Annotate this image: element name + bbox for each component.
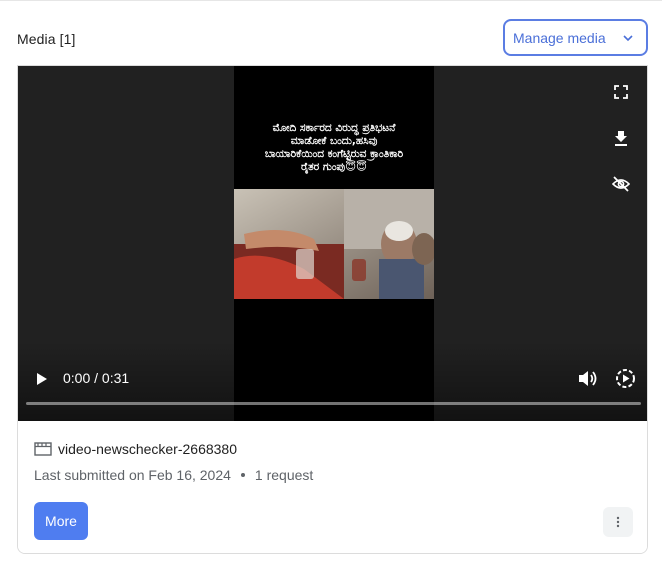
file-row: video-newschecker-2668380 <box>34 441 237 457</box>
video-progress-bar[interactable] <box>26 402 641 405</box>
request-count: 1 request <box>254 467 314 483</box>
media-panel: Media [1] Manage media ಮೋದಿ ಸರ್ಕಾರದ ವಿರು… <box>0 0 662 564</box>
video-caption: ಮೋದಿ ಸರ್ಕಾರದ ವಿರುದ್ಧ ಪ್ರತಿಭಟನೆ ಮಾಡೋಕೆ ಬಂ… <box>264 122 404 173</box>
submission-info: Last submitted on Feb 16, 2024 1 request <box>34 467 313 483</box>
download-icon[interactable] <box>614 130 628 147</box>
media-details: video-newschecker-2668380 Last submitted… <box>18 421 647 553</box>
play-icon[interactable] <box>36 372 48 386</box>
manage-media-button[interactable]: Manage media <box>503 19 648 56</box>
manage-media-label: Manage media <box>513 29 606 46</box>
visibility-off-icon[interactable] <box>612 176 630 192</box>
more-button[interactable]: More <box>34 502 88 540</box>
more-vert-icon <box>616 516 620 528</box>
last-submitted-text: Last submitted on Feb 16, 2024 <box>34 467 231 483</box>
video-player[interactable]: ಮೋದಿ ಸರ್ಕಾರದ ವಿರುದ್ಧ ಪ್ರತಿಭಟನೆ ಮಾಡೋಕೆ ಬಂ… <box>18 66 647 421</box>
media-menu-button[interactable] <box>603 507 633 537</box>
video-thumbnail-scene <box>234 189 434 299</box>
chevron-down-icon <box>623 35 633 42</box>
media-item-card: ಮೋದಿ ಸರ್ಕಾರದ ವಿರುದ್ಧ ಪ್ರತಿಭಟನೆ ಮಾಡೋಕೆ ಬಂ… <box>17 65 648 554</box>
volume-icon[interactable] <box>578 369 598 388</box>
media-file-name: video-newschecker-2668380 <box>58 441 237 457</box>
movie-icon <box>34 442 52 456</box>
separator-dot <box>240 473 245 477</box>
media-section-title: Media [1] <box>17 31 76 47</box>
fullscreen-icon[interactable] <box>614 85 628 99</box>
playback-speed-icon[interactable] <box>615 368 636 389</box>
video-timestamp: 0:00 / 0:31 <box>63 370 130 386</box>
